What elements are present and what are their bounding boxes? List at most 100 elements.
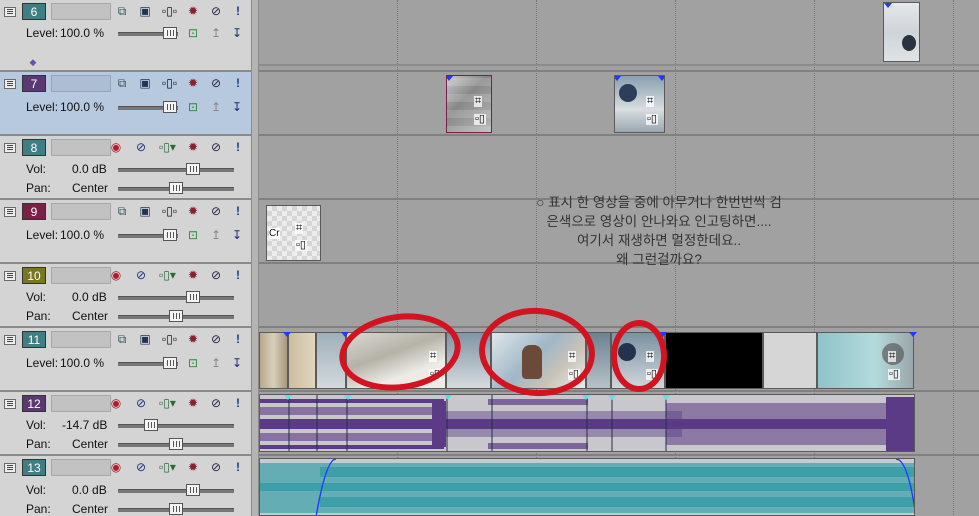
solo-icon[interactable]: !: [231, 332, 245, 346]
video-clip[interactable]: Cr ⌗ ▫▯: [266, 205, 321, 261]
pan-slider-thumb[interactable]: [169, 182, 183, 194]
video-clip[interactable]: ⌗ ▫▯: [614, 75, 665, 133]
volume-slider[interactable]: [118, 168, 234, 172]
mute-icon[interactable]: ⊘: [209, 204, 223, 218]
level-slider-thumb[interactable]: [163, 27, 177, 39]
fade-handle[interactable]: [447, 76, 453, 81]
volume-slider-thumb[interactable]: [186, 291, 200, 303]
mute-icon[interactable]: ⊘: [209, 76, 223, 90]
level-slider-thumb[interactable]: [163, 229, 177, 241]
solo-icon[interactable]: !: [231, 268, 245, 282]
track-name-field[interactable]: [51, 75, 111, 92]
timeline-area[interactable]: ⌗ ▫▯ ⌗ ▫▯ Cr ⌗ ▫▯ ⌗ ▫▯ ⌗ ▫▯ ⌗ ▫▯ ⌗ ▫▯ ○ …: [259, 0, 979, 516]
solo-icon[interactable]: !: [231, 460, 245, 474]
crop-icon[interactable]: ⌗: [888, 351, 897, 362]
volume-slider[interactable]: [118, 489, 234, 493]
track-header-11[interactable]: 11 ⧉ ▣ ▫▯▫ ✹ ⊘ ! Level: 100.0 % ⊡ ↥ ↧: [0, 328, 251, 392]
envelope-point-icon[interactable]: ◆: [26, 55, 40, 69]
settings-gear-icon[interactable]: ✹: [186, 268, 200, 282]
fx-chain-icon[interactable]: ▫▯▫: [162, 76, 177, 90]
child-track-icon[interactable]: ↧: [230, 228, 244, 242]
track-number[interactable]: 8: [22, 139, 46, 156]
track-name-field[interactable]: [51, 459, 111, 476]
fx-icon[interactable]: ▫▯: [888, 369, 900, 380]
parent-track-icon[interactable]: ↥: [209, 356, 223, 370]
pan-slider-thumb[interactable]: [169, 503, 183, 515]
video-clip-black[interactable]: [665, 332, 763, 389]
child-track-icon[interactable]: ↧: [230, 26, 244, 40]
fade-handle[interactable]: [884, 3, 892, 8]
fx-chain-icon[interactable]: ▫▯▾: [159, 460, 176, 474]
fade-handle[interactable]: [662, 395, 670, 400]
child-track-icon[interactable]: ↧: [230, 356, 244, 370]
fade-handle[interactable]: [582, 395, 590, 400]
fade-handle[interactable]: [344, 395, 352, 400]
volume-slider[interactable]: [118, 296, 234, 300]
fade-handle[interactable]: [615, 76, 621, 81]
settings-gear-icon[interactable]: ✹: [186, 332, 200, 346]
parent-track-icon[interactable]: ↥: [209, 26, 223, 40]
track-collapse-button[interactable]: [4, 399, 16, 409]
composite-mode-icon[interactable]: ⧉: [115, 204, 129, 218]
track-motion-icon[interactable]: ▣: [138, 76, 152, 90]
track-name-field[interactable]: [51, 331, 111, 348]
settings-gear-icon[interactable]: ✹: [186, 396, 200, 410]
level-slider-thumb[interactable]: [163, 357, 177, 369]
audio-clip[interactable]: [259, 458, 915, 516]
volume-slider-thumb[interactable]: [144, 419, 158, 431]
record-arm-icon[interactable]: ◉: [109, 396, 123, 410]
track-header-9[interactable]: 9 ⧉ ▣ ▫▯▫ ✹ ⊘ ! Level: 100.0 % ⊡ ↥ ↧: [0, 200, 251, 264]
track-motion-icon[interactable]: ▣: [138, 4, 152, 18]
track-name-field[interactable]: [51, 139, 111, 156]
volume-slider-thumb[interactable]: [186, 484, 200, 496]
track-collapse-button[interactable]: [4, 79, 16, 89]
child-track-icon[interactable]: ↧: [230, 100, 244, 114]
fx-chain-icon[interactable]: ▫▯▫: [162, 332, 177, 346]
invert-phase-icon[interactable]: ⊘: [134, 460, 148, 474]
fx-chain-icon[interactable]: ▫▯▾: [159, 268, 176, 282]
mute-icon[interactable]: ⊘: [209, 268, 223, 282]
track-number[interactable]: 9: [22, 203, 46, 220]
track-name-field[interactable]: [51, 3, 111, 20]
fade-handle[interactable]: [909, 332, 917, 337]
fade-handle[interactable]: [658, 76, 664, 81]
volume-slider[interactable]: [118, 424, 234, 428]
settings-gear-icon[interactable]: ✹: [186, 204, 200, 218]
track-name-field[interactable]: [51, 395, 111, 412]
fx-icon[interactable]: ▫▯: [646, 114, 658, 125]
mute-icon[interactable]: ⊘: [209, 4, 223, 18]
fx-chain-icon[interactable]: ▫▯▫: [162, 4, 177, 18]
mute-icon[interactable]: ⊘: [209, 140, 223, 154]
fade-handle[interactable]: [444, 395, 452, 400]
parent-track-icon[interactable]: ↥: [209, 100, 223, 114]
record-arm-icon[interactable]: ◉: [109, 140, 123, 154]
track-name-field[interactable]: [51, 203, 111, 220]
track-number[interactable]: 12: [22, 395, 46, 412]
fx-chain-icon[interactable]: ▫▯▾: [159, 396, 176, 410]
mute-icon[interactable]: ⊘: [209, 332, 223, 346]
composite-mode-icon[interactable]: ⧉: [115, 76, 129, 90]
mute-icon[interactable]: ⊘: [209, 460, 223, 474]
solo-icon[interactable]: !: [231, 76, 245, 90]
track-collapse-button[interactable]: [4, 463, 16, 473]
settings-gear-icon[interactable]: ✹: [186, 4, 200, 18]
track-header-7[interactable]: 7 ⧉ ▣ ▫▯▫ ✹ ⊘ ! Level: 100.0 % ⊡ ↥ ↧: [0, 72, 251, 136]
track-collapse-button[interactable]: [4, 271, 16, 281]
fx-chain-icon[interactable]: ▫▯▫: [162, 204, 177, 218]
track-number[interactable]: 10: [22, 267, 46, 284]
track-header-13[interactable]: 13 ◉ ⊘ ▫▯▾ ✹ ⊘ ! Vol: 0.0 dB Pan: Center: [0, 456, 251, 516]
track-collapse-button[interactable]: [4, 7, 16, 17]
pan-slider-thumb[interactable]: [169, 310, 183, 322]
keyframe-icon[interactable]: ⊡: [186, 228, 200, 242]
solo-icon[interactable]: !: [231, 204, 245, 218]
invert-phase-icon[interactable]: ⊘: [134, 396, 148, 410]
fx-icon[interactable]: ▫▯: [474, 114, 486, 125]
track-collapse-button[interactable]: [4, 207, 16, 217]
audio-clip[interactable]: [259, 394, 915, 452]
invert-phase-icon[interactable]: ⊘: [134, 268, 148, 282]
solo-icon[interactable]: !: [231, 396, 245, 410]
track-header-6[interactable]: 6 ⧉ ▣ ▫▯▫ ✹ ⊘ ! Level: 100.0 % ⊡ ↥ ↧ ◆: [0, 0, 251, 72]
video-clip[interactable]: [288, 332, 316, 389]
video-clip[interactable]: [883, 2, 920, 62]
track-header-10[interactable]: 10 ◉ ⊘ ▫▯▾ ✹ ⊘ ! Vol: 0.0 dB Pan: Center: [0, 264, 251, 328]
